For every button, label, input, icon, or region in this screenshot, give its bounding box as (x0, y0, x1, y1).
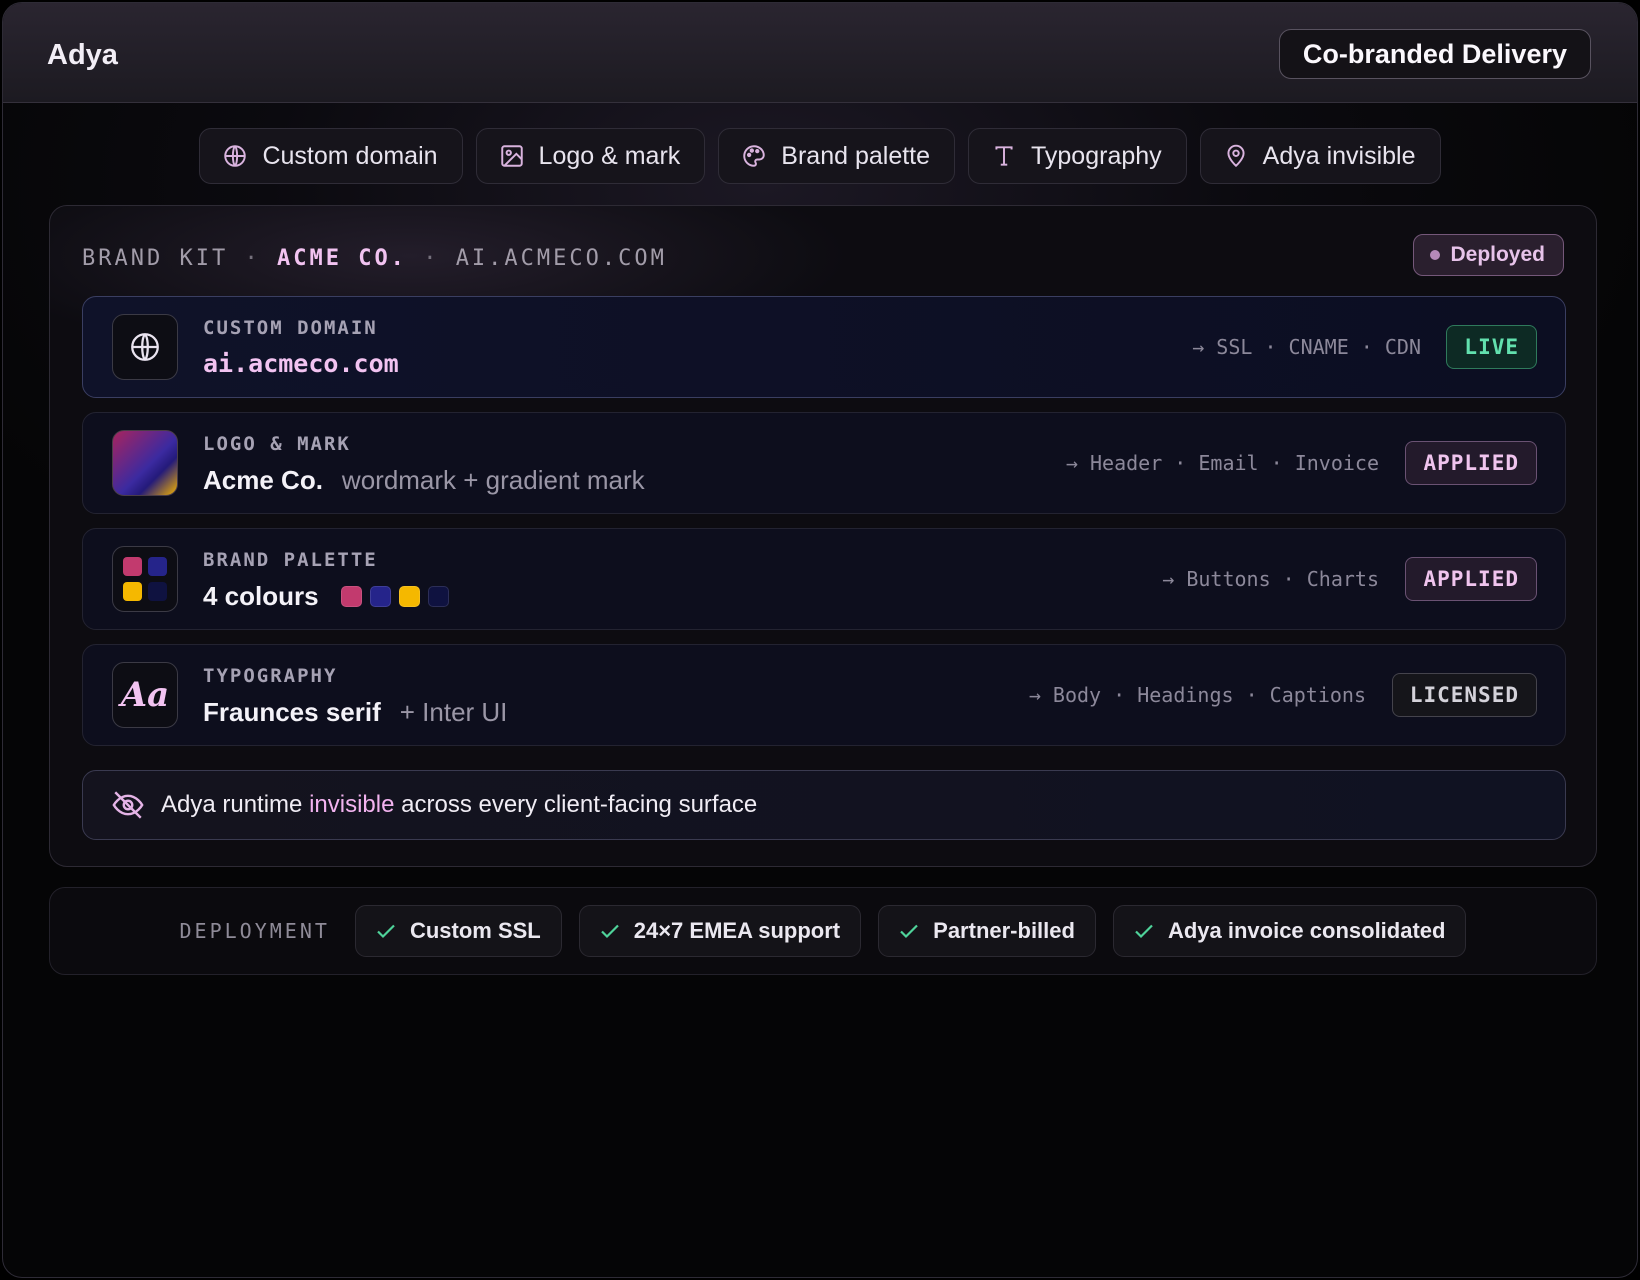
row-custom-domain[interactable]: CUSTOM DOMAIN ai.acmeco.com → SSL · CNAM… (82, 296, 1566, 398)
logo-description: wordmark + gradient mark (341, 465, 645, 495)
check-icon (600, 924, 619, 939)
app-title: Adya (47, 39, 118, 71)
palette-value: 4 colours (203, 581, 449, 612)
chip-partner-billed: Partner-billed (878, 905, 1096, 957)
row-typography[interactable]: Aa TYPOGRAPHY Fraunces serif + Inter UI … (82, 644, 1566, 746)
tab-custom-domain[interactable]: Custom domain (199, 128, 463, 184)
colour-swatch[interactable] (369, 586, 391, 607)
row-targets: → Buttons · Charts (1162, 567, 1379, 591)
tab-typography[interactable]: Typography (968, 128, 1187, 184)
palette-swatch (148, 557, 167, 576)
chip-label: Partner-billed (933, 918, 1075, 943)
image-icon (500, 145, 523, 167)
map-pin-icon (1227, 144, 1245, 168)
brand-name: ACME CO. (276, 246, 407, 271)
colour-swatch[interactable] (398, 586, 420, 607)
applied-status-badge: APPLIED (1405, 441, 1537, 485)
live-status-badge: LIVE (1446, 325, 1537, 369)
chip-label: Adya invoice consolidated (1167, 918, 1446, 943)
row-targets: → SSL · CNAME · CDN (1192, 335, 1421, 359)
typography-aa-icon: Aa (112, 662, 178, 728)
aa-glyph: Aa (120, 675, 170, 715)
palette-grid-icon (112, 546, 178, 612)
palette-count: 4 colours (203, 581, 319, 611)
row-label: BRAND PALETTE (203, 549, 378, 571)
row-logo-mark[interactable]: LOGO & MARK Acme Co. wordmark + gradient… (82, 412, 1566, 514)
colour-swatch[interactable] (340, 586, 362, 607)
type-icon (995, 146, 1013, 166)
row-targets: → Body · Headings · Captions (1028, 683, 1366, 707)
tab-adya-invisible[interactable]: Adya invisible (1199, 128, 1441, 184)
invisible-text: Adya runtime invisible across every clie… (161, 791, 757, 819)
status-dot-icon (1430, 250, 1441, 260)
tab-label: Adya invisible (1262, 141, 1416, 170)
colour-swatch[interactable] (427, 586, 449, 607)
palette-swatch (123, 557, 142, 576)
check-icon (377, 924, 395, 939)
globe-icon (224, 145, 247, 167)
app-window: Adya Co-branded Delivery Custom domain L… (2, 2, 1638, 1278)
eye-off-icon (112, 791, 144, 819)
co-branded-delivery-badge: Co-branded Delivery (1278, 29, 1591, 79)
wordmark-name: Acme Co. (203, 465, 323, 495)
brand-kit-prefix: BRAND KIT (82, 246, 229, 271)
tab-label: Logo & mark (538, 141, 681, 170)
chip-invoice-consolidated: Adya invoice consolidated (1112, 905, 1467, 957)
separator: · (244, 246, 261, 271)
applied-status-badge: APPLIED (1405, 557, 1537, 601)
globe-icon (112, 314, 178, 380)
tab-label: Typography (1031, 141, 1162, 170)
palette-swatch (123, 582, 142, 601)
palette-swatch-list (340, 586, 449, 607)
font-name: Fraunces serif (203, 697, 381, 727)
chip-custom-ssl: Custom SSL (354, 905, 562, 957)
row-label: TYPOGRAPHY (203, 665, 338, 687)
typography-value: Fraunces serif + Inter UI (203, 697, 507, 728)
tab-label: Brand palette (781, 141, 931, 170)
check-icon (1135, 924, 1153, 939)
row-brand-palette[interactable]: BRAND PALETTE 4 colours → Buttons · Char… (82, 528, 1566, 630)
feature-tabs: Custom domain Logo & mark Brand palette … (3, 128, 1637, 184)
chip-label: 24×7 EMEA support (633, 918, 841, 943)
font-secondary: + Inter UI (399, 697, 508, 727)
check-icon (900, 924, 918, 939)
deployed-status-badge: Deployed (1413, 234, 1564, 276)
brand-kit-heading: BRAND KIT · ACME CO. · AI.ACMECO.COM (82, 246, 667, 271)
gradient-mark-logo (112, 430, 178, 496)
app-header: Adya Co-branded Delivery (3, 3, 1637, 103)
invisible-highlight: invisible (309, 791, 395, 818)
licensed-status-badge: LICENSED (1391, 673, 1537, 717)
chip-emea-support: 24×7 EMEA support (578, 905, 862, 957)
adya-invisible-banner: Adya runtime invisible across every clie… (82, 770, 1566, 840)
brand-domain: AI.ACMECO.COM (455, 246, 667, 271)
chip-label: Custom SSL (409, 918, 541, 943)
invisible-text-after: across every client-facing surface (401, 791, 758, 818)
brand-kit-card: BRAND KIT · ACME CO. · AI.ACMECO.COM Dep… (49, 205, 1597, 867)
tab-logo-mark[interactable]: Logo & mark (475, 128, 706, 184)
tab-brand-palette[interactable]: Brand palette (718, 128, 956, 184)
row-label: LOGO & MARK (203, 433, 351, 455)
separator: · (423, 246, 440, 271)
domain-value: ai.acmeco.com (203, 349, 399, 378)
invisible-text-before: Adya runtime (161, 791, 303, 818)
status-label: Deployed (1450, 243, 1545, 266)
row-label: CUSTOM DOMAIN (203, 317, 378, 339)
palette-icon (743, 145, 766, 167)
palette-swatch (148, 582, 167, 601)
deployment-bar: DEPLOYMENT Custom SSL 24×7 EMEA support … (49, 887, 1597, 975)
row-targets: → Header · Email · Invoice (1065, 451, 1379, 475)
logo-value: Acme Co. wordmark + gradient mark (203, 465, 645, 496)
tab-label: Custom domain (262, 141, 438, 170)
deployment-label: DEPLOYMENT (179, 919, 330, 943)
